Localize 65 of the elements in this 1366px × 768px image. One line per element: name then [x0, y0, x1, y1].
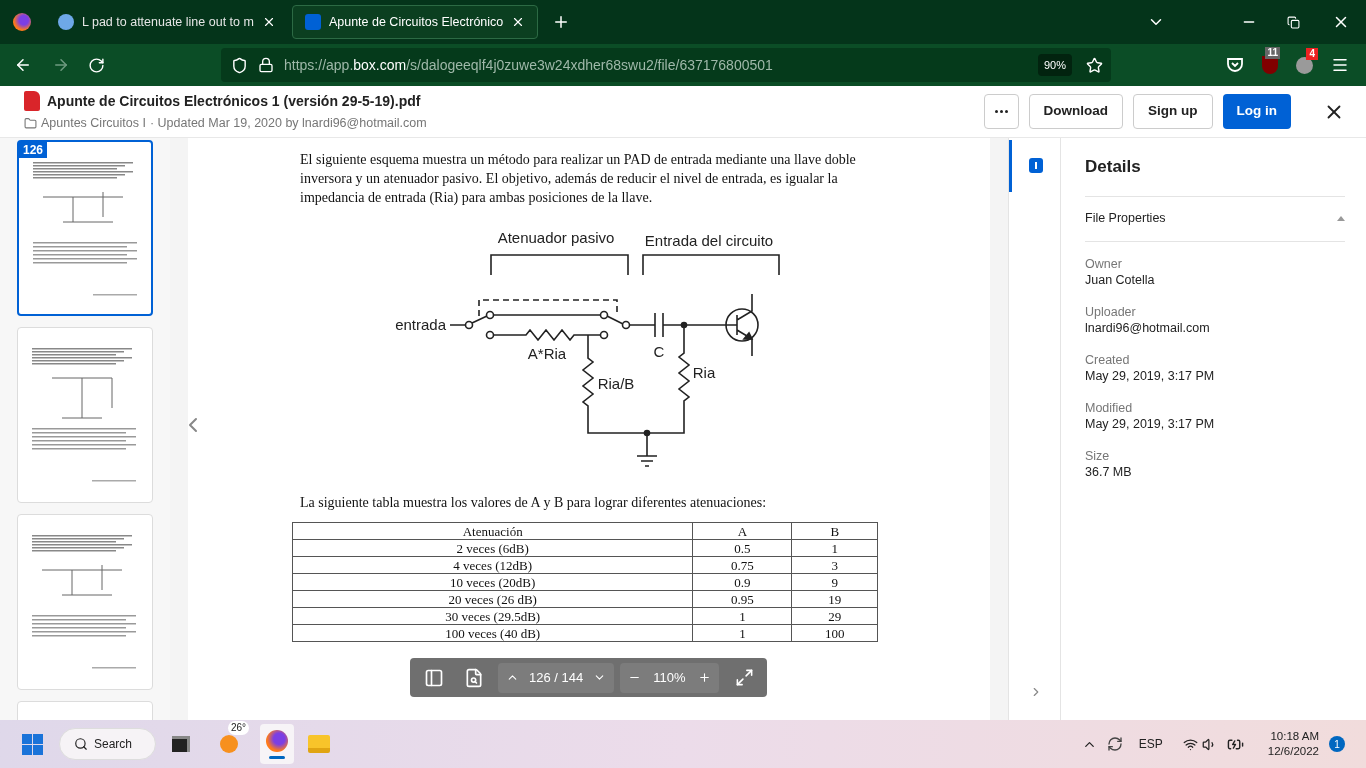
- table-cell: 9: [791, 573, 878, 591]
- table-cell: 20 veces (26 dB): [292, 590, 693, 608]
- weather-temperature: 26°: [228, 721, 250, 735]
- details-heading: Details: [1085, 156, 1142, 178]
- table-cell: 10 veces (20dB): [292, 573, 693, 591]
- column-header: Atenuación: [292, 522, 693, 540]
- table-cell: 2 veces (6dB): [292, 539, 693, 557]
- table-cell: 1: [692, 607, 792, 625]
- address-field[interactable]: https://app.box.com/s/dalogeeqlf4j0zuwe3w24xdher68swu2/file/637176800501 90%: [221, 48, 1111, 82]
- input-language-indicator[interactable]: ESP: [1138, 735, 1163, 753]
- table-cell: 0.9: [692, 573, 792, 591]
- tab-title: Apunte de Circuitos Electrónico: [328, 13, 504, 31]
- property-label: Created: [1085, 351, 1131, 368]
- extension-badge: 11: [1265, 47, 1280, 59]
- property-value: 36.7 MB: [1085, 463, 1133, 480]
- tab-title: L pad to attenuate line out to m: [82, 13, 254, 31]
- table-cell: 100 veces (40 dB): [292, 624, 693, 642]
- circuit-label: entrada: [395, 316, 446, 333]
- file-properties-section-header[interactable]: File Properties: [1085, 195, 1345, 242]
- zoom-indicator: 110%: [653, 668, 686, 687]
- paragraph: La siguiente tabla muestra los valores de A y B para lograr diferentes atenuaciones:: [300, 494, 768, 512]
- circuit-label: Atenuador pasivo: [497, 229, 615, 246]
- table-cell: 1: [791, 539, 878, 557]
- table-cell: 0.95: [692, 590, 792, 608]
- file-title: Apunte de Circuitos Electrónicos 1 (versión 29-5-19).pdf: [47, 91, 421, 111]
- property-value: May 29, 2019, 3:17 PM: [1085, 367, 1216, 384]
- property-value: Juan Cotella: [1085, 271, 1156, 288]
- circuit-label: C: [653, 343, 665, 360]
- property-value: lnardi96@hotmail.com: [1085, 319, 1211, 336]
- page-thumbnail[interactable]: 126: [17, 140, 153, 316]
- extension-badge: 4: [1306, 47, 1318, 60]
- browser-tab[interactable]: Apunte de Circuitos Electrónico: [291, 5, 539, 39]
- column-header: B: [791, 522, 878, 540]
- column-header: A: [692, 522, 792, 540]
- paragraph: El siguiente esquema muestra un método para realizar un PAD de entrada mediante una llave doble inversora y un atenuador pasivo. El objetivo, además de reducir el nivel de entrada, es igualar la impedancia de entrada (Ria) para ambas posiciones de la llave.: [300, 151, 857, 207]
- table-cell: 0.75: [692, 556, 792, 574]
- table-cell: 0.5: [692, 539, 792, 557]
- table-cell: 29: [791, 607, 878, 625]
- clock[interactable]: 10:18 AM 12/6/2022: [1267, 729, 1319, 759]
- sign-up-button[interactable]: Sign up: [1133, 94, 1213, 129]
- page-number-badge: 126: [19, 142, 48, 158]
- log-in-button[interactable]: Log in: [1222, 94, 1291, 129]
- circuit-label: A*Ria: [527, 345, 567, 362]
- property-label: Owner: [1085, 255, 1123, 272]
- property-label: Modified: [1085, 399, 1134, 416]
- taskbar-search-button[interactable]: Search: [59, 728, 156, 760]
- table-cell: 1: [692, 624, 792, 642]
- table-cell: 3: [791, 556, 878, 574]
- circuit-label: Entrada del circuito: [644, 232, 774, 249]
- folder-link[interactable]: Apuntes Circuitos I: [41, 113, 146, 133]
- table-cell: 100: [791, 624, 878, 642]
- circuit-label: Ria/B: [597, 375, 635, 392]
- zoom-level-badge[interactable]: 90%: [1037, 53, 1072, 77]
- property-label: Size: [1085, 447, 1111, 464]
- table-cell: 19: [791, 590, 878, 608]
- updated-info: · Updated Mar 19, 2020 by lnardi96@hotmail.com: [149, 114, 427, 132]
- property-value: May 29, 2019, 3:17 PM: [1085, 415, 1216, 432]
- table-cell: 4 veces (12dB): [292, 556, 693, 574]
- page-indicator: 126 / 144: [529, 668, 584, 687]
- table-cell: 30 veces (29.5dB): [292, 607, 693, 625]
- download-button[interactable]: Download: [1028, 94, 1123, 129]
- notification-badge[interactable]: 1: [1329, 736, 1345, 752]
- property-label: Uploader: [1085, 303, 1137, 320]
- circuit-label: Ria: [692, 364, 716, 381]
- browser-tab[interactable]: L pad to attenuate line out to m: [46, 5, 288, 39]
